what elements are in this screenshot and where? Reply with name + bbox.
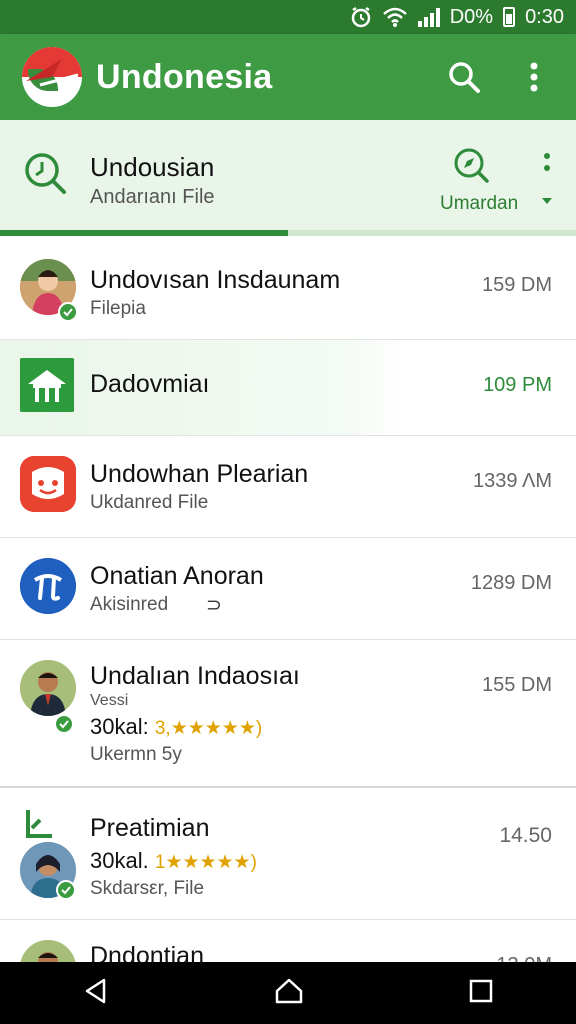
home-icon — [275, 978, 303, 1003]
rating-prefix: 30kal. — [90, 848, 149, 873]
item-subtitle-extra: ⊃ — [206, 595, 222, 616]
compass-search-icon[interactable] — [452, 146, 490, 189]
pen-icon — [24, 808, 54, 845]
item-subtitle: Akisinred — [90, 594, 169, 615]
recents-icon — [469, 979, 493, 1002]
more-vert-icon — [530, 62, 538, 92]
search-icon — [449, 62, 480, 93]
app-icon-blue — [20, 558, 76, 614]
list-item[interactable]: Undowhan Plearian Ukdanred File 1339 ΛΜ — [0, 436, 576, 538]
item-time: 159 DM — [481, 274, 552, 296]
sub-header-menu[interactable] — [540, 152, 554, 213]
item-title: Dadovmiaı — [90, 370, 210, 398]
rating-prefix: 30kal: — [90, 714, 149, 739]
list-item[interactable]: Undalıan Ιndaosıaı Vessi 30kal: 3,★★★★★)… — [0, 640, 576, 788]
system-nav-bar — [0, 962, 576, 1024]
home-button[interactable] — [274, 977, 304, 1010]
item-meta: Vessi — [90, 692, 129, 709]
recents-button[interactable] — [468, 978, 494, 1009]
app-bar: Undonesia — [0, 34, 576, 120]
battery-icon — [503, 7, 516, 27]
item-subtitle: Skdarsεr, File — [90, 878, 205, 899]
list-item[interactable]: Dadovmiaı 109 PM — [0, 340, 576, 436]
item-subtitle: Filepia — [90, 298, 146, 319]
rating-stars: 1★★★★★) — [154, 852, 257, 873]
list-item[interactable]: Preatimian 30kal. 1★★★★★) Skdarsεr, File… — [0, 790, 576, 920]
search-history-icon — [22, 150, 68, 201]
chevron-down-icon — [542, 198, 552, 204]
chat-app-icon — [20, 456, 76, 512]
item-title: Undowhan Plearian — [90, 460, 309, 488]
item-time: 155 DM — [481, 674, 552, 696]
app-logo — [22, 47, 82, 107]
battery-text: D0% — [449, 5, 494, 28]
sub-header-subtitle: Andarıanı File — [90, 186, 215, 208]
list-item[interactable]: Onatian Anoran Akisinred ⊃ 1289 DM — [0, 538, 576, 640]
item-rating: 30kal. 1★★★★★) — [90, 848, 257, 874]
item-rating: 30kal: 3,★★★★★) — [90, 714, 262, 740]
sub-header-dropdown-label[interactable]: Umardan — [440, 193, 518, 215]
back-icon — [85, 978, 106, 1003]
list-item[interactable]: Undovısan Insdaunam Filepia 159 DM — [0, 238, 576, 340]
item-time: 1339 ΛΜ — [473, 470, 552, 492]
clock-text: 0:30 — [525, 5, 564, 28]
item-title: Preatimian — [90, 814, 210, 842]
signal-icon — [417, 7, 440, 27]
verified-badge-icon — [56, 880, 76, 900]
item-title: Onatian Anoran — [90, 562, 264, 590]
app-title: Undonesia — [96, 57, 273, 96]
avatar — [20, 660, 76, 716]
overflow-menu-button[interactable] — [514, 57, 554, 97]
sub-header-title: Undousian — [90, 152, 215, 182]
progress-bar — [0, 230, 288, 236]
rating-stars: 3,★★★★★) — [154, 718, 263, 739]
house-icon — [20, 358, 74, 412]
alarm-icon — [350, 5, 372, 29]
item-time: 14.50 — [499, 824, 552, 847]
verified-badge-icon — [54, 714, 74, 734]
status-bar: D0% 0:30 — [0, 0, 576, 34]
back-button[interactable] — [82, 977, 110, 1010]
item-time: 1289 DM — [470, 572, 552, 594]
verified-badge-icon — [58, 302, 78, 322]
item-subtitle: Ukermn 5y — [90, 744, 182, 765]
item-subtitle: Ukdanred File — [90, 492, 209, 513]
search-button[interactable] — [444, 57, 484, 97]
item-title: Undalıan Ιndaosıaı — [90, 662, 300, 690]
item-time: 109 PM — [483, 374, 552, 396]
wifi-icon — [382, 5, 408, 29]
item-title: Undovısan Insdaunam — [90, 266, 341, 294]
